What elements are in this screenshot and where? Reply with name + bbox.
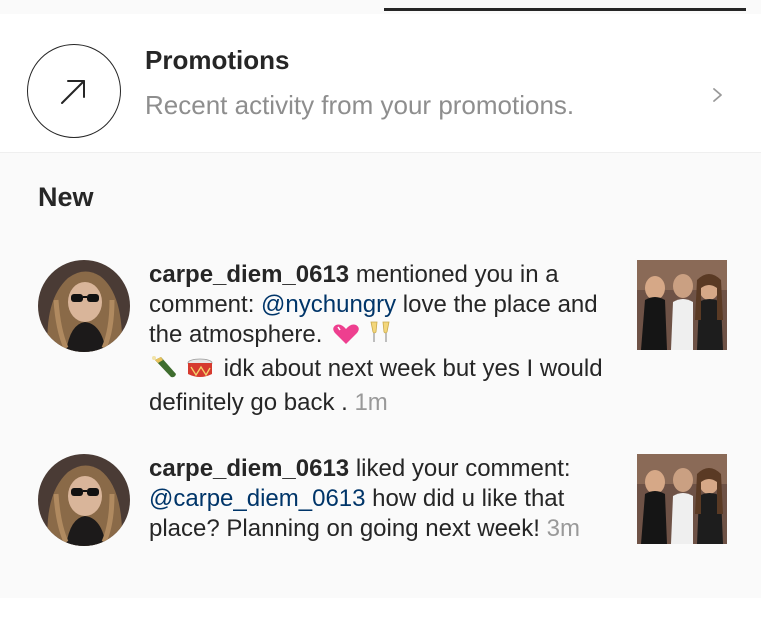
notification-text: carpe_diem_0613 liked your comment: @car… — [149, 454, 619, 544]
drum-icon — [185, 354, 215, 388]
timestamp: 1m — [354, 389, 388, 416]
sparkling-heart-icon — [331, 322, 361, 354]
promotions-subtitle: Recent activity from your promotions. — [145, 90, 575, 120]
active-tab-indicator — [384, 8, 746, 11]
promotions-title: Promotions — [145, 45, 290, 75]
mention-link[interactable]: @carpe_diem_0613 — [149, 485, 366, 512]
notification-body: liked your comment: — [349, 455, 571, 482]
post-thumbnail[interactable] — [637, 454, 727, 544]
section-divider — [0, 152, 761, 153]
chevron-right-icon — [713, 88, 722, 102]
avatar[interactable] — [38, 260, 130, 352]
bottom-strip — [0, 598, 761, 623]
mention-link[interactable]: @nychungry — [261, 291, 396, 318]
notification-text: carpe_diem_0613 mentioned you in a comme… — [149, 260, 629, 418]
username-link[interactable]: carpe_diem_0613 — [149, 455, 349, 482]
promotions-row[interactable]: Promotions Recent activity from your pro… — [0, 14, 761, 152]
post-thumbnail[interactable] — [637, 260, 727, 350]
champagne-glasses-icon — [365, 320, 395, 354]
notification-item[interactable]: carpe_diem_0613 mentioned you in a comme… — [0, 256, 761, 426]
champagne-bottle-icon — [151, 354, 181, 388]
username-link[interactable]: carpe_diem_0613 — [149, 261, 349, 288]
avatar[interactable] — [38, 454, 130, 546]
arrow-up-right-icon — [27, 44, 121, 138]
section-title-new: New — [38, 182, 94, 212]
timestamp: 3m — [546, 515, 580, 542]
notification-item[interactable]: carpe_diem_0613 liked your comment: @car… — [0, 450, 761, 580]
